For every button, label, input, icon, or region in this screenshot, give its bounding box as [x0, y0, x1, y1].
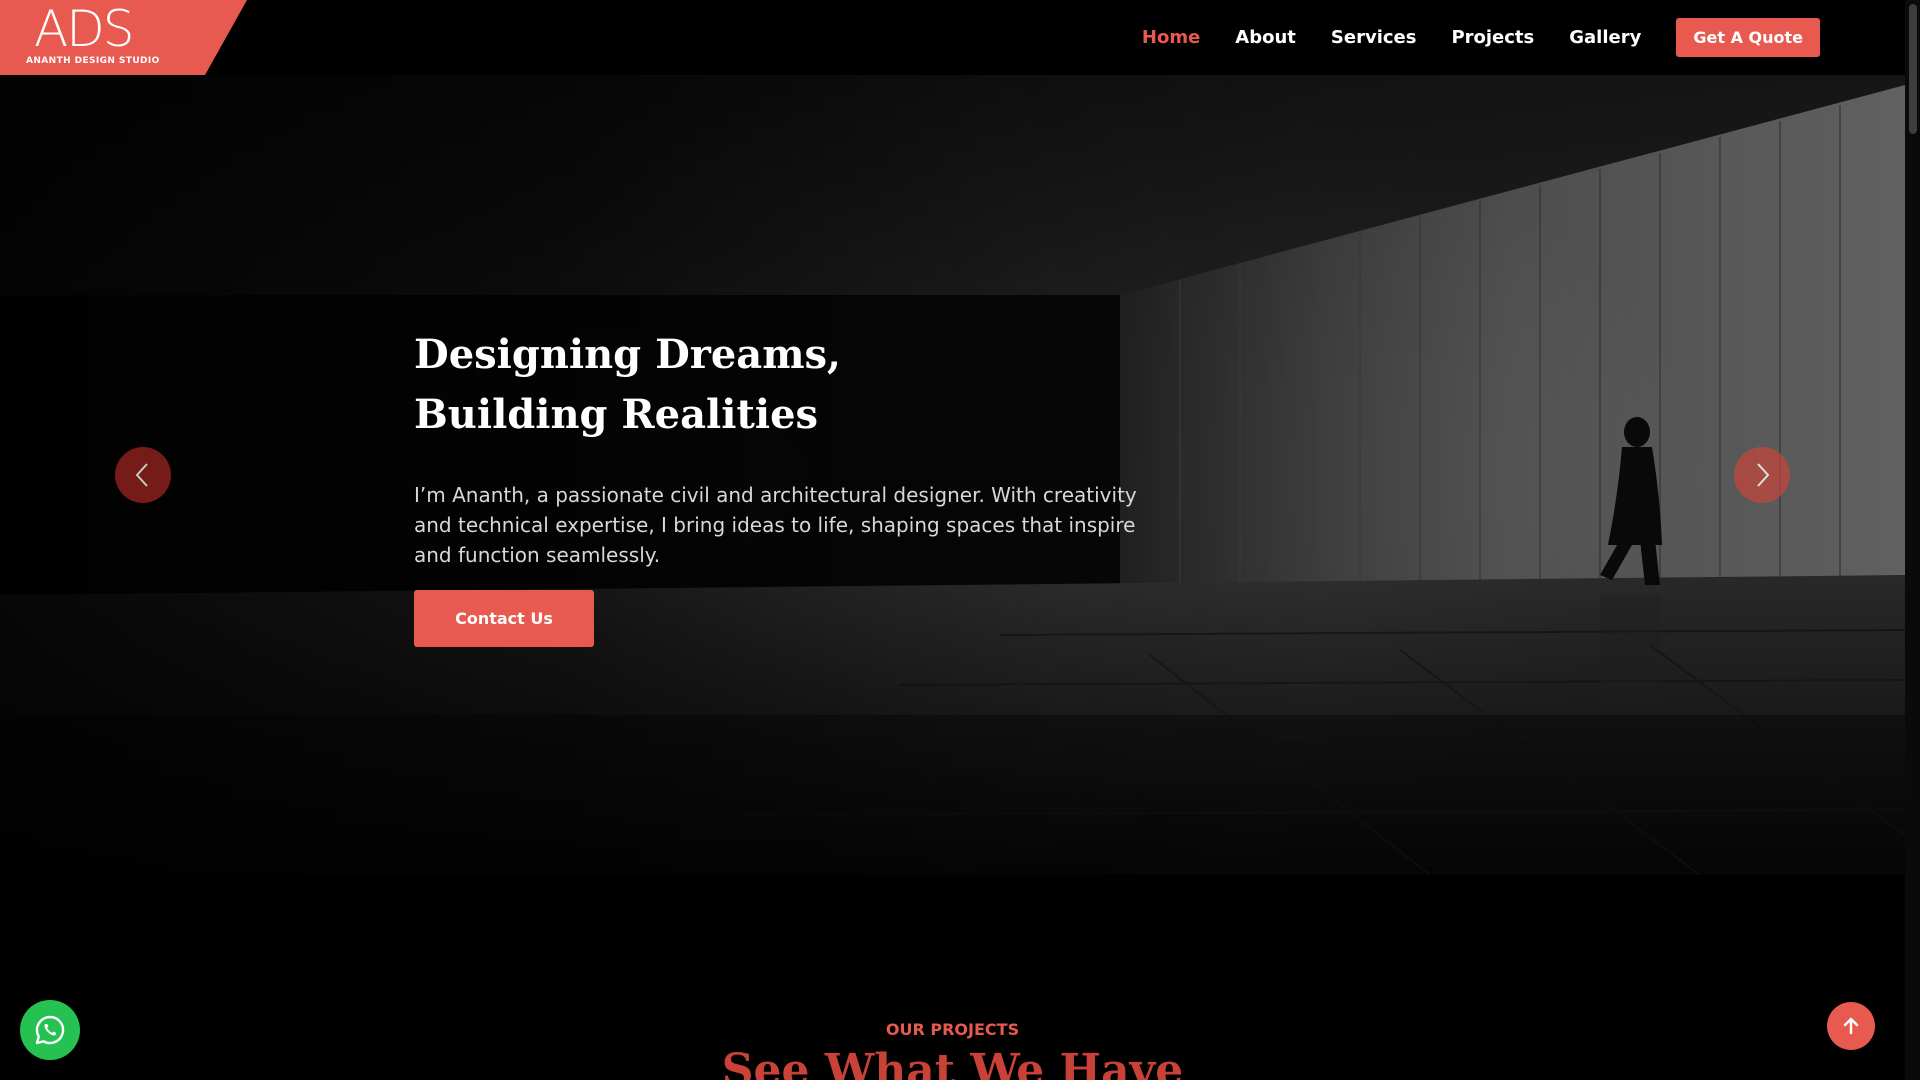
- scroll-to-top-button[interactable]: [1827, 1002, 1875, 1050]
- chevron-right-icon: [1757, 463, 1770, 487]
- nav-link-projects[interactable]: Projects: [1451, 27, 1534, 48]
- logo-subtitle: ANANTH DESIGN STUDIO: [26, 56, 160, 66]
- chevron-left-icon: [135, 463, 148, 487]
- scrollbar-thumb[interactable]: [1909, 4, 1917, 134]
- nav-links: Home About Services Projects Gallery Get…: [1107, 0, 1820, 75]
- nav-link-gallery[interactable]: Gallery: [1569, 27, 1641, 48]
- page-scrollbar[interactable]: [1905, 0, 1920, 1080]
- get-quote-button[interactable]: Get A Quote: [1676, 18, 1820, 57]
- projects-section-heading: See What We Have: [721, 1045, 1184, 1080]
- hero-description: I’m Ananth, a passionate civil and archi…: [414, 483, 1137, 567]
- projects-section-label: OUR PROJECTS: [885, 1020, 1020, 1039]
- logo-mark: ADS: [34, 0, 134, 58]
- hero-title-line-2: Building Realities: [414, 391, 819, 438]
- whatsapp-icon: [35, 1015, 65, 1045]
- whatsapp-button[interactable]: [20, 1000, 80, 1060]
- arrow-up-icon: [1843, 1017, 1859, 1035]
- hero-title: Designing Dreams, Building Realities: [414, 325, 1154, 445]
- hero-slider: Designing Dreams, Building Realities I’m…: [0, 75, 1905, 875]
- slider-prev-button[interactable]: [115, 447, 171, 503]
- contact-us-button[interactable]: Contact Us: [414, 590, 594, 647]
- hero-title-line-1: Designing Dreams,: [414, 331, 841, 378]
- navbar: ADS ANANTH DESIGN STUDIO Home About Serv…: [0, 0, 1905, 75]
- nav-link-about[interactable]: About: [1235, 27, 1296, 48]
- slider-next-button[interactable]: [1734, 447, 1790, 503]
- hero-content: Designing Dreams, Building Realities I’m…: [414, 325, 1154, 647]
- nav-link-home[interactable]: Home: [1142, 27, 1200, 48]
- page: ADS ANANTH DESIGN STUDIO Home About Serv…: [0, 0, 1920, 1080]
- logo[interactable]: ADS ANANTH DESIGN STUDIO: [0, 0, 247, 75]
- nav-link-services[interactable]: Services: [1331, 27, 1417, 48]
